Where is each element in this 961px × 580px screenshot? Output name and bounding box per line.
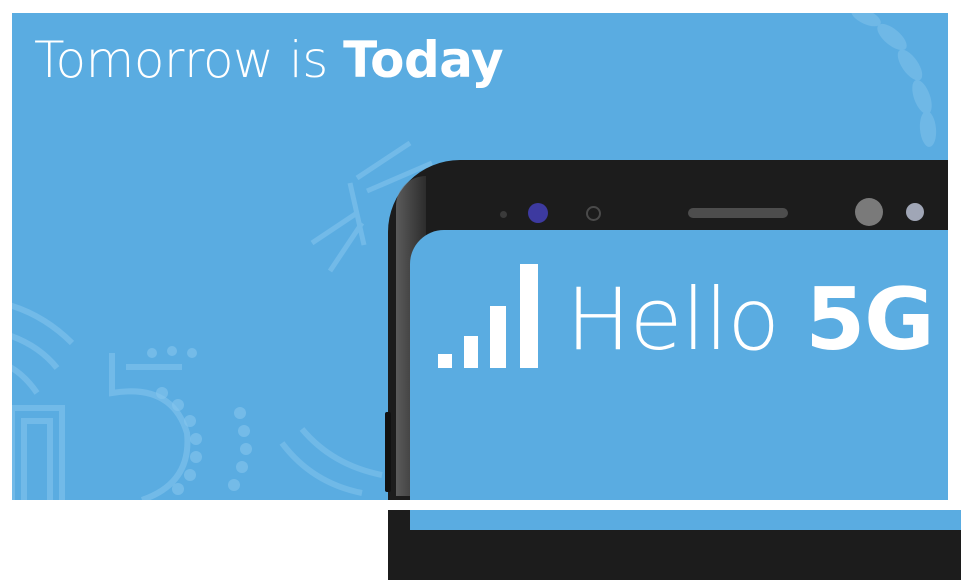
headline-bold-text: Today [343,31,504,89]
signal-strength-icon [438,258,558,368]
signal-bar [490,306,506,368]
greeting-bold-text: 5G [805,270,934,370]
bottom-margin [0,500,961,510]
front-camera-icon [528,203,548,223]
earpiece-speaker-icon [688,208,788,218]
phone-side-button [385,412,391,492]
iris-scanner-icon [906,203,924,221]
secondary-camera-icon [855,198,883,226]
greeting-light-text: Hello [566,270,806,370]
headline: Tomorrow is Today [34,31,504,89]
right-margin [948,0,961,510]
headline-light-text: Tomorrow is [34,31,344,89]
greeting-text: Hello 5G [566,270,935,370]
signal-bar [520,264,538,368]
proximity-sensor-icon [500,211,507,218]
light-sensor-icon [586,206,601,221]
signal-bar [438,354,452,368]
signal-bar [464,336,478,368]
